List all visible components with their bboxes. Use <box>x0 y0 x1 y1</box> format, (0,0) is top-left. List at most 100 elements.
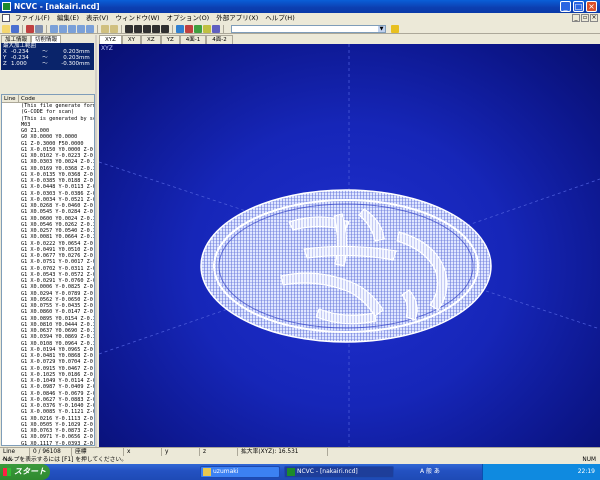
pause-icon[interactable] <box>152 24 160 33</box>
gcode-lines: (This file generate form scor(G-CODE for… <box>2 103 94 446</box>
view-iso-icon[interactable] <box>203 24 211 33</box>
menu-view[interactable]: 表示(V) <box>84 13 114 24</box>
gcode-line[interactable]: G1 X0.0860 Y-0.0147 Z-0.30 <box>21 309 94 315</box>
mdi-restore-button[interactable]: ▫ <box>581 14 589 22</box>
gcode-line[interactable]: G1 X0.0081 Y0.0664 Z-0.300 <box>21 234 94 240</box>
play-icon[interactable] <box>134 24 142 33</box>
tab-view-xy[interactable]: XY <box>121 35 142 44</box>
cut-icon[interactable] <box>26 24 34 33</box>
left-pane: 加工情報 切削情報 最大加工範囲 X -0.234 ～ 0.203 mm Y -… <box>0 35 97 447</box>
tray-clock[interactable]: 22:19 <box>578 468 595 475</box>
status-scale: 拡大率(XYZ): 16.531 <box>238 448 328 456</box>
taskbar-item-ncvc[interactable]: NCVC - [nakairi.ncd] <box>284 466 394 478</box>
toolpath-render <box>99 44 600 447</box>
save-icon[interactable] <box>11 24 19 33</box>
view-xy-icon[interactable] <box>176 24 184 33</box>
list-icon[interactable] <box>101 24 109 33</box>
windows-logo-icon <box>3 468 11 476</box>
menu-help[interactable]: ヘルプ(H) <box>263 13 299 24</box>
app-icon[interactable] <box>2 2 11 11</box>
tab-view-four-2[interactable]: 4面-2 <box>206 35 233 44</box>
taskbar-item-uzumaki[interactable]: uzumaki <box>200 466 280 478</box>
tool-combobox[interactable]: ▼ <box>231 24 386 33</box>
zoom-area-icon[interactable] <box>86 24 94 33</box>
start-button[interactable]: スタート <box>0 464 50 480</box>
gcode-line[interactable]: G1 X-0.0751 Y-0.0017 Z-0.3 <box>21 259 94 265</box>
open-folder-icon[interactable] <box>2 24 10 33</box>
gcode-line[interactable]: G1 X0.0303 Y0.0024 Z-0.300 <box>21 159 94 165</box>
status-line-label: Line No. <box>0 448 30 463</box>
gcode-line[interactable]: G1 X0.0006 Y-0.0825 Z-0.30 <box>21 284 94 290</box>
mdi-close-button[interactable]: × <box>590 14 598 22</box>
tab-view-xz[interactable]: XZ <box>141 35 161 44</box>
mdi-minimize-button[interactable]: _ <box>572 14 580 22</box>
tab-view-yz[interactable]: YZ <box>160 35 180 44</box>
menu-external-app[interactable]: 外部アプリ(X) <box>214 13 263 24</box>
gcode-line[interactable]: G1 X0.0216 Y-0.1113 Z-0.30 <box>21 416 94 422</box>
tab-view-four-1[interactable]: 4面-1 <box>179 35 207 44</box>
document-icon[interactable] <box>2 14 10 22</box>
column-code[interactable]: Code <box>19 95 35 102</box>
gcode-line[interactable]: G1 Z-0.3000 F50.0000 <box>21 141 94 147</box>
gcode-line[interactable]: G1 X0.0169 Y0.0368 Z-0.300 <box>21 166 94 172</box>
play-to-end-icon[interactable] <box>161 24 169 33</box>
gcode-line[interactable]: G1 X-0.0915 Y0.0467 Z-0.300 <box>21 366 94 372</box>
toolbar-separator <box>22 24 23 33</box>
gcode-line[interactable]: G1 X-0.0303 Y-0.0386 Z-0.3 <box>21 191 94 197</box>
zoom-out-icon[interactable] <box>68 24 76 33</box>
status-help-text: ヘルプを表示するには [F1] を押してください。 <box>2 457 128 463</box>
menu-bar: ファイル(F) 編集(E) 表示(V) ウィンドウ(W) オプション(O) 外部… <box>0 13 600 24</box>
column-line[interactable]: Line <box>2 95 19 102</box>
range-info-box: 最大加工範囲 X -0.234 ～ 0.203 mm Y -0.234 ～ 0.… <box>1 43 94 70</box>
step-forward-icon[interactable] <box>143 24 151 33</box>
menu-edit[interactable]: 編集(E) <box>55 13 84 24</box>
zoom-previous-icon[interactable] <box>77 24 85 33</box>
gcode-line[interactable]: G1 X-0.0729 Y0.0704 Z-0.300 <box>21 359 94 365</box>
gcode-line[interactable]: G1 X-0.0702 Y-0.0311 Z-0.3 <box>21 266 94 272</box>
filter-icon[interactable] <box>391 24 399 33</box>
gcode-line[interactable]: (This is generated by scans <box>21 116 94 122</box>
menu-file[interactable]: ファイル(F) <box>13 13 55 24</box>
gcode-line[interactable]: G1 X-0.0987 Y-0.0409 Z-0.3 <box>21 384 94 390</box>
minimize-button[interactable]: _ <box>560 1 571 12</box>
gcode-line[interactable]: G1 X0.0108 Y0.0964 Z-0.300 <box>21 341 94 347</box>
system-tray: 22:19 <box>482 464 600 480</box>
range-unit: mm <box>79 61 90 67</box>
status-bar: Line No. 0 / 96108 座標 x y z 拡大率(XYZ): 16… <box>0 447 600 464</box>
view-xz-icon[interactable] <box>185 24 193 33</box>
menu-options[interactable]: オプション(O) <box>165 13 215 24</box>
view-yz-icon[interactable] <box>194 24 202 33</box>
gcode-line[interactable]: G1 X-0.0448 Y-0.0113 Z-0.3 <box>21 184 94 190</box>
gcode-line[interactable]: G1 X0.0895 Y0.0154 Z-0.300 <box>21 316 94 322</box>
menu-window[interactable]: ウィンドウ(W) <box>114 13 165 24</box>
zoom-fit-icon[interactable] <box>50 24 58 33</box>
gcode-line[interactable]: G1 X0.1117 Y-0.0393 Z-0.30 <box>21 441 94 446</box>
status-progress: 0 / 96108 <box>30 448 72 456</box>
gcode-line[interactable]: G1 X0.0394 Y0.0869 Z-0.300 <box>21 334 94 340</box>
range-min: 1.000 <box>11 61 27 67</box>
title-bar[interactable]: NCVC - [nakairi.ncd] _ □ × <box>0 0 600 13</box>
gcode-line[interactable]: G1 X0.0545 Y-0.0284 Z-0.30 <box>21 209 94 215</box>
close-button[interactable]: × <box>586 1 597 12</box>
language-bar[interactable]: A 般 あ <box>420 466 440 478</box>
view-four-icon[interactable] <box>212 24 220 33</box>
tab-cutting-info[interactable]: 切削情報 <box>31 35 62 43</box>
gcode-line[interactable]: G1 X-0.0085 Y-0.1121 Z-0.3 <box>21 409 94 415</box>
tab-machining-info[interactable]: 加工情報 <box>1 35 32 43</box>
tab-view-xyz[interactable]: XYZ <box>99 35 122 44</box>
toolpath-viewport[interactable]: XYZ <box>99 44 600 447</box>
gcode-list[interactable]: Line Code (This file generate form scor(… <box>1 94 95 446</box>
range-separator: ～ <box>42 61 48 67</box>
zoom-in-icon[interactable] <box>59 24 67 33</box>
chevron-down-icon[interactable]: ▼ <box>378 25 385 32</box>
properties-icon[interactable] <box>110 24 118 33</box>
maximize-button[interactable]: □ <box>573 1 584 12</box>
copy-icon[interactable] <box>35 24 43 33</box>
step-back-icon[interactable] <box>125 24 133 33</box>
gcode-line[interactable]: G1 X-0.0222 Y0.0654 Z-0.300 <box>21 241 94 247</box>
gcode-line[interactable]: G1 X-0.0846 Y-0.0679 Z-0.3 <box>21 391 94 397</box>
toolbar-separator <box>172 24 173 33</box>
gcode-line[interactable]: G1 X0.0600 Y0.0024 Z-0.300 <box>21 216 94 222</box>
gcode-line[interactable]: G1 X0.0971 Y-0.0656 Z-0.30 <box>21 434 94 440</box>
gcode-line[interactable]: G1 X0.0294 Y-0.0789 Z-0.30 <box>21 291 94 297</box>
